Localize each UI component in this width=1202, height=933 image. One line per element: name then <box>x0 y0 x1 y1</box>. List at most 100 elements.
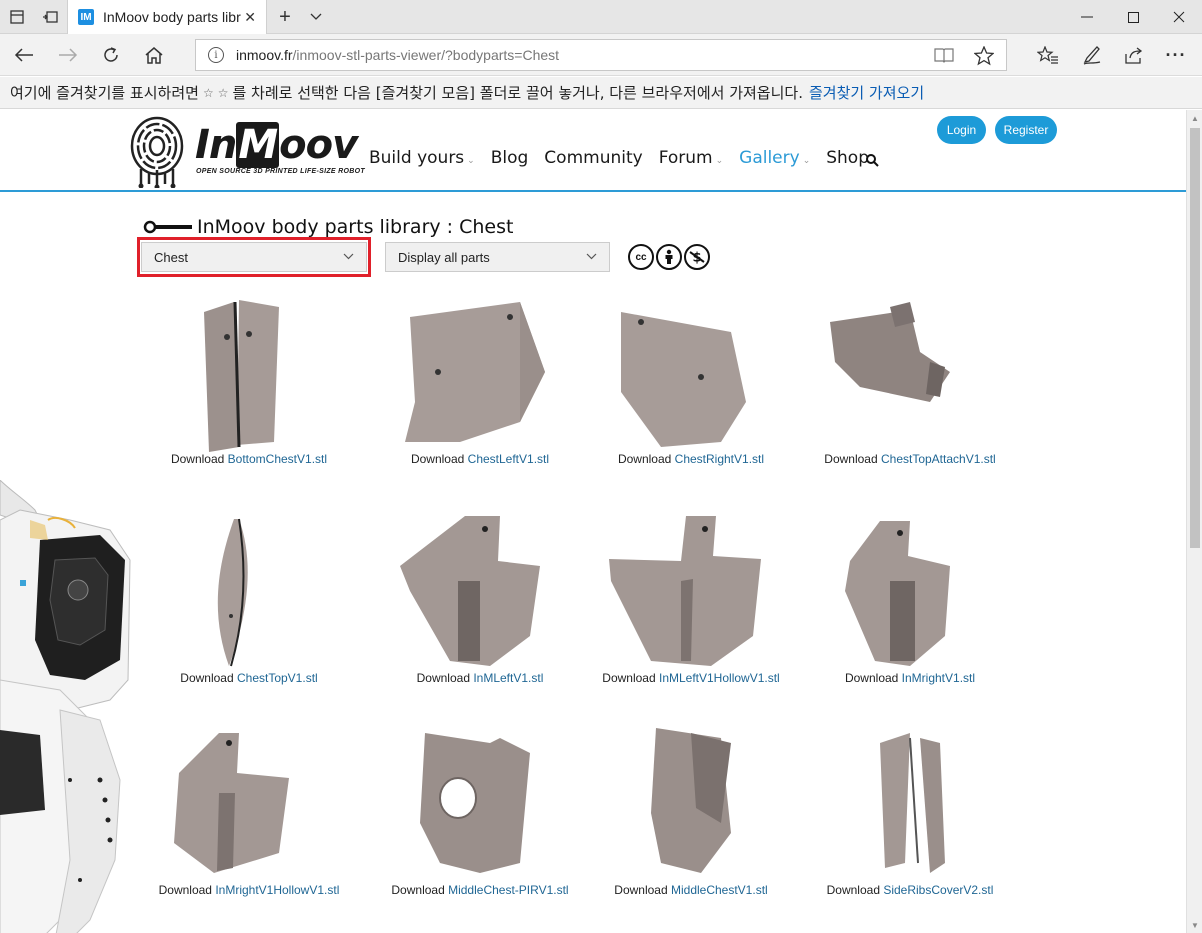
part-card: Download ChestTopAttachV1.stl <box>800 282 1020 466</box>
menu-item-label: Gallery <box>739 148 800 168</box>
login-button[interactable]: Login <box>937 116 986 144</box>
part-download-link[interactable]: MiddleChest-PIRV1.stl <box>448 883 569 897</box>
menu-item-shop[interactable]: Shop <box>826 148 869 168</box>
part-3d-preview[interactable] <box>581 501 801 671</box>
page-scrollbar[interactable]: ▲ ▼ <box>1186 110 1202 933</box>
part-caption: Download SideRibsCoverV2.stl <box>800 883 1020 897</box>
new-tab-icon[interactable]: + <box>270 0 300 34</box>
part-download-link[interactable]: InMLeftV1.stl <box>473 671 543 685</box>
part-caption: Download InMrightV1HollowV1.stl <box>139 883 359 897</box>
part-download-link[interactable]: BottomChestV1.stl <box>228 452 327 466</box>
refresh-icon[interactable] <box>89 34 133 76</box>
part-card: Download ChestTopV1.stl <box>139 501 359 685</box>
import-favorites-link[interactable]: 즐겨찾기 가져오기 <box>809 82 924 103</box>
inmoov-logo-text[interactable]: InMoov <box>195 122 358 168</box>
add-favorite-star-icon[interactable] <box>973 45 995 71</box>
part-card: Download ChestLeftV1.stl <box>370 282 590 466</box>
minimize-icon[interactable] <box>1064 0 1110 34</box>
part-card: Download InMrightV1.stl <box>800 501 1020 685</box>
library-heading: InMoov body parts library : Chest <box>143 216 513 238</box>
part-3d-preview[interactable] <box>800 282 1020 452</box>
browser-navbar: i inmoov.fr/inmoov-stl-parts-viewer/?bod… <box>0 34 1202 76</box>
more-menu-icon[interactable]: ··· <box>1154 34 1198 76</box>
tab-title: InMoov body parts libra <box>103 9 241 25</box>
download-label: Download <box>158 883 216 897</box>
part-card: Download InMLeftV1.stl <box>370 501 590 685</box>
menu-item-build-yours[interactable]: Build yours ⌄ <box>369 148 475 168</box>
web-note-pen-icon[interactable] <box>1070 34 1114 76</box>
display-select[interactable]: Display all parts <box>385 242 610 272</box>
part-download-link[interactable]: ChestRightV1.stl <box>675 452 764 466</box>
part-3d-preview[interactable] <box>800 713 1020 883</box>
favorites-hub-icon[interactable] <box>1026 34 1070 76</box>
part-3d-preview[interactable] <box>370 282 590 452</box>
part-3d-preview[interactable] <box>800 501 1020 671</box>
download-label: Download <box>824 452 881 466</box>
favorites-middle-text: 를 차례로 선택한 다음 [즐겨찾기 모음] 폴더로 끌어 놓거나, 다른 브라… <box>232 84 803 102</box>
scroll-up-arrow-icon[interactable]: ▲ <box>1187 110 1202 126</box>
site-header: InMoov OPEN SOURCE 3D PRINTED LIFE-SIZE … <box>0 110 1186 192</box>
back-icon[interactable] <box>2 34 46 76</box>
part-3d-preview[interactable] <box>370 501 590 671</box>
scroll-down-arrow-icon[interactable]: ▼ <box>1187 917 1202 933</box>
site-info-icon[interactable]: i <box>208 47 224 63</box>
download-label: Download <box>602 671 659 685</box>
menu-item-label: Community <box>544 148 643 168</box>
menu-item-label: Blog <box>490 148 529 168</box>
part-3d-preview[interactable] <box>581 282 801 452</box>
menu-item-community[interactable]: Community <box>544 148 642 168</box>
part-3d-preview[interactable] <box>581 713 801 883</box>
download-label: Download <box>614 883 671 897</box>
page-viewport: InMoov OPEN SOURCE 3D PRINTED LIFE-SIZE … <box>0 110 1186 933</box>
forward-icon[interactable] <box>46 34 90 76</box>
search-icon[interactable] <box>866 154 879 167</box>
creative-commons-icon[interactable]: cc <box>628 244 654 270</box>
reading-view-icon[interactable] <box>934 47 954 68</box>
menu-item-blog[interactable]: Blog <box>491 148 529 168</box>
scroll-thumb[interactable] <box>1190 128 1200 548</box>
favicon-icon: IM <box>78 9 94 25</box>
tab-inmoov[interactable]: IM InMoov body parts libra ✕ <box>67 0 267 34</box>
part-3d-preview[interactable] <box>139 713 359 883</box>
part-3d-preview[interactable] <box>139 501 359 671</box>
tab-manager-icon[interactable] <box>0 0 34 34</box>
part-download-link[interactable]: SideRibsCoverV2.stl <box>883 883 993 897</box>
register-button[interactable]: Register <box>995 116 1057 144</box>
part-3d-preview[interactable] <box>370 713 590 883</box>
part-download-link[interactable]: MiddleChestV1.stl <box>671 883 768 897</box>
address-bar[interactable]: i inmoov.fr/inmoov-stl-parts-viewer/?bod… <box>195 39 1007 71</box>
chevron-down-icon: ⌄ <box>802 156 811 166</box>
part-download-link[interactable]: InMLeftV1HollowV1.stl <box>659 671 780 685</box>
fingerprint-logo-icon[interactable] <box>129 114 185 188</box>
library-title: InMoov body parts library : Chest <box>197 216 514 238</box>
noncommercial-icon[interactable]: $ <box>684 244 710 270</box>
part-download-link[interactable]: InMrightV1.stl <box>902 671 975 685</box>
star-icon: ☆ <box>202 85 214 100</box>
part-caption: Download ChestTopAttachV1.stl <box>800 452 1020 466</box>
maximize-icon[interactable] <box>1110 0 1156 34</box>
home-icon[interactable] <box>132 34 176 76</box>
close-window-icon[interactable] <box>1156 0 1202 34</box>
part-download-link[interactable]: ChestTopAttachV1.stl <box>881 452 996 466</box>
menu-item-forum[interactable]: Forum ⌄ <box>659 148 723 168</box>
attribution-icon[interactable] <box>656 244 682 270</box>
part-download-link[interactable]: ChestLeftV1.stl <box>468 452 549 466</box>
key-icon <box>143 220 192 234</box>
part-caption: Download BottomChestV1.stl <box>139 452 359 466</box>
download-label: Download <box>617 452 675 466</box>
chevron-down-icon: ⌄ <box>715 156 724 166</box>
part-caption: Download ChestLeftV1.stl <box>370 452 590 466</box>
part-download-link[interactable]: InMrightV1HollowV1.stl <box>215 883 339 897</box>
close-tab-icon[interactable]: ✕ <box>244 9 256 26</box>
part-caption: Download InMLeftV1HollowV1.stl <box>581 671 801 685</box>
part-card: Download SideRibsCoverV2.stl <box>800 713 1020 897</box>
part-3d-preview[interactable] <box>139 282 359 452</box>
part-caption: Download ChestTopV1.stl <box>139 671 359 685</box>
part-download-link[interactable]: ChestTopV1.stl <box>237 671 318 685</box>
set-tabs-aside-icon[interactable] <box>34 0 66 34</box>
browser-titlebar: IM InMoov body parts libra ✕ + <box>0 0 1202 34</box>
tab-preview-chevron-icon[interactable] <box>302 0 330 34</box>
menu-item-gallery[interactable]: Gallery ⌄ <box>739 148 810 168</box>
share-icon[interactable] <box>1112 34 1156 76</box>
part-card: Download InMrightV1HollowV1.stl <box>139 713 359 897</box>
